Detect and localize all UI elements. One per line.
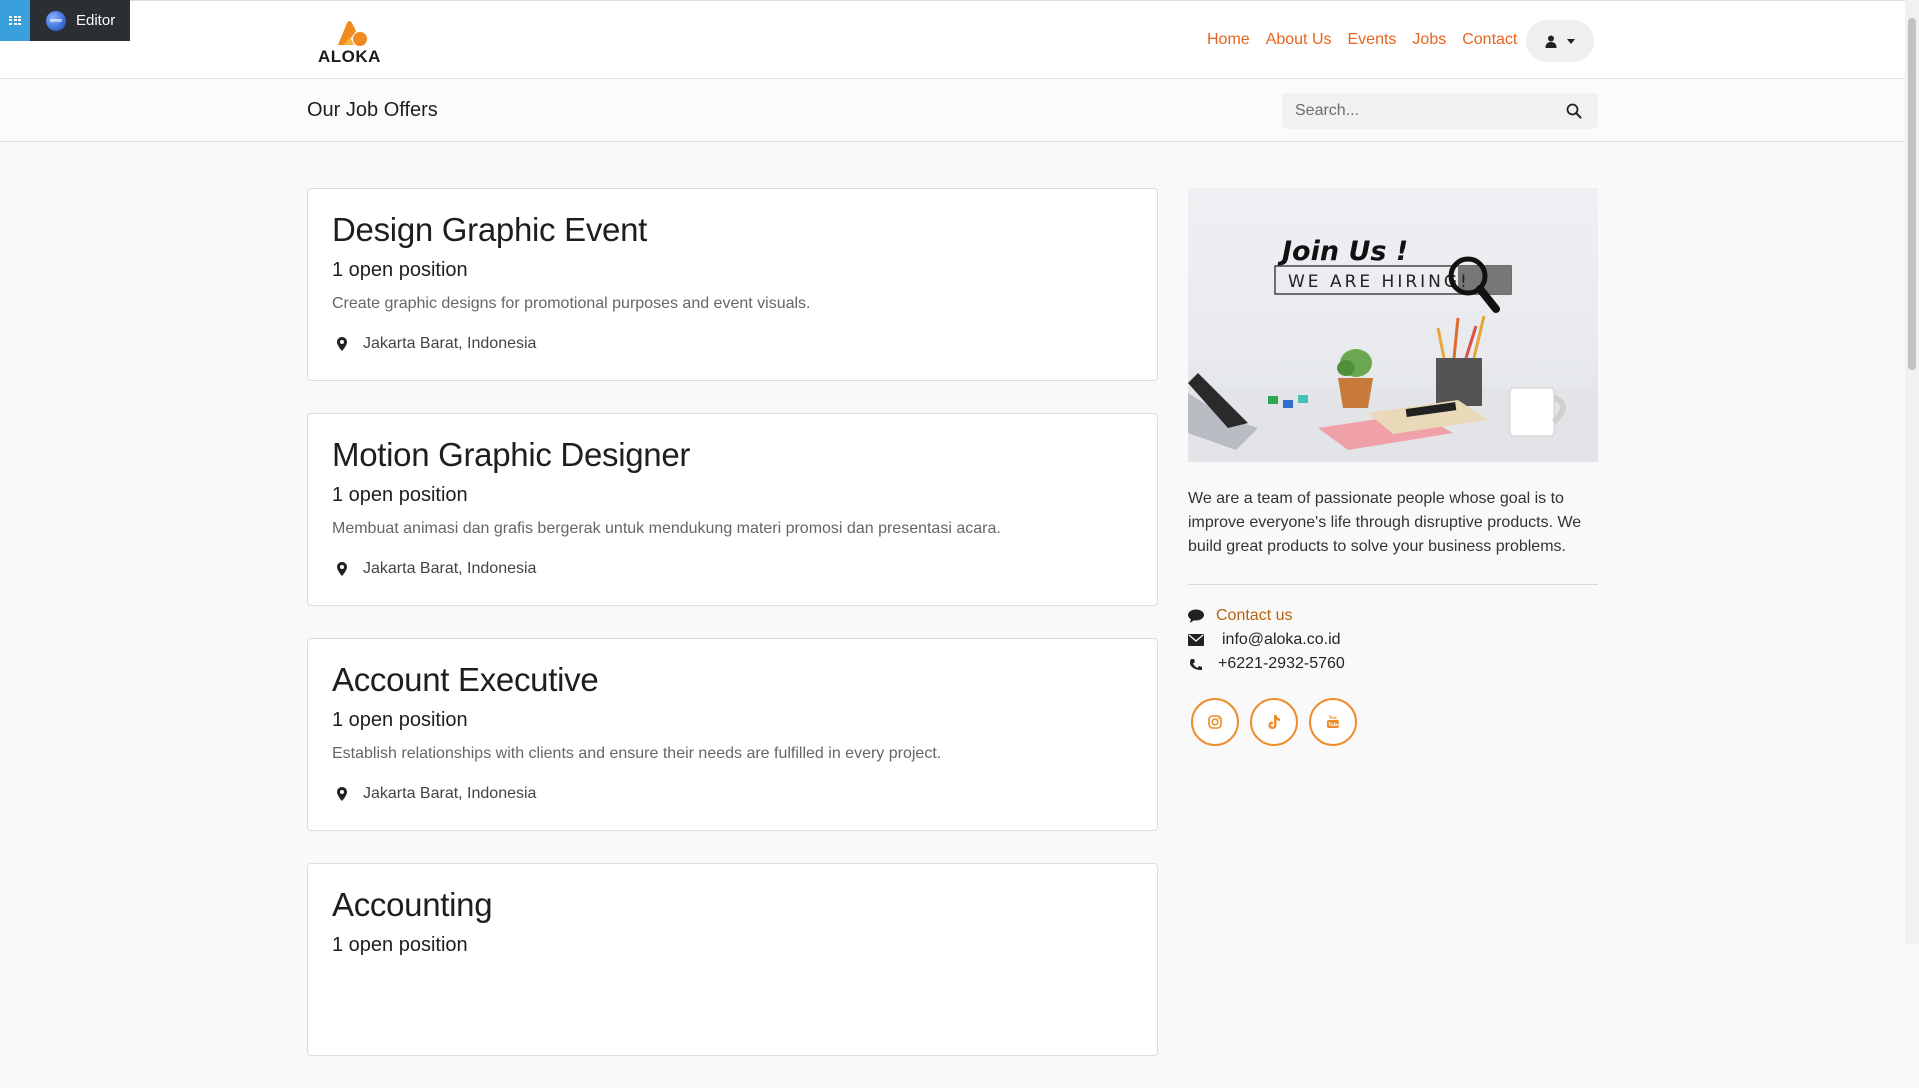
search-button[interactable] <box>1552 93 1596 129</box>
divider <box>1188 584 1598 585</box>
phone-icon <box>1190 658 1202 670</box>
contact-list: Contact us info@aloka.co.id +6221-2932-5… <box>1188 604 1598 676</box>
job-description: Create graphic designs for promotional p… <box>332 295 811 312</box>
job-location-text: Jakarta Barat, Indonesia <box>363 785 537 802</box>
scrollbar-thumb[interactable] <box>1908 18 1916 370</box>
comment-icon <box>1188 609 1204 623</box>
nav-contact[interactable]: Contact <box>1462 31 1517 49</box>
phone-number: +6221-2932-5760 <box>1218 655 1345 672</box>
job-location-text: Jakarta Barat, Indonesia <box>363 560 537 577</box>
social-links: Tube You <box>1188 698 1598 746</box>
editor-bar: www Editor <box>0 0 130 41</box>
nav-home[interactable]: Home <box>1207 31 1250 49</box>
map-marker-icon <box>337 787 347 801</box>
job-description: Establish relationships with clients and… <box>332 745 942 762</box>
job-location-text: Jakarta Barat, Indonesia <box>363 335 537 352</box>
map-marker-icon <box>337 562 347 576</box>
svg-text:Tube: Tube <box>1328 722 1340 728</box>
site-header: ALOKA Home About Us Events Jobs Contact <box>0 0 1905 79</box>
apps-menu-button[interactable] <box>0 0 30 41</box>
banner-headline: Join Us ! <box>1277 236 1408 267</box>
job-card[interactable]: Motion Graphic Designer 1 open position … <box>307 413 1158 606</box>
youtube-button[interactable]: Tube You <box>1309 698 1357 746</box>
contact-us-link[interactable]: Contact us <box>1216 607 1292 625</box>
job-location: Jakarta Barat, Indonesia <box>337 785 536 803</box>
editor-label: Editor <box>76 12 116 29</box>
search-input[interactable] <box>1282 101 1552 121</box>
job-title[interactable]: Design Graphic Event <box>332 211 647 249</box>
job-list: Design Graphic Event 1 open position Cre… <box>307 188 1158 1088</box>
tiktok-icon <box>1268 715 1280 729</box>
page-scrollbar[interactable] <box>1905 0 1919 944</box>
phone-row: +6221-2932-5760 <box>1188 652 1598 676</box>
job-card[interactable]: Design Graphic Event 1 open position Cre… <box>307 188 1158 381</box>
svg-text:You: You <box>1328 715 1337 720</box>
user-menu-button[interactable] <box>1526 20 1594 62</box>
tiktok-button[interactable] <box>1250 698 1298 746</box>
map-marker-icon <box>337 337 347 351</box>
chevron-down-icon <box>1567 38 1575 44</box>
hiring-illustration: Join Us ! WE ARE HIRING! <box>1188 236 1598 462</box>
envelope-icon <box>1188 634 1204 646</box>
email-link[interactable]: info@aloka.co.id <box>1216 631 1341 649</box>
job-positions: 1 open position <box>332 484 468 506</box>
job-location: Jakarta Barat, Indonesia <box>337 560 536 578</box>
about-text: We are a team of passionate people whose… <box>1188 490 1582 555</box>
instagram-icon <box>1208 715 1222 729</box>
youtube-icon: Tube You <box>1327 715 1340 728</box>
main-nav: Home About Us Events Jobs Contact <box>1207 31 1533 49</box>
job-location: Jakarta Barat, Indonesia <box>337 335 536 353</box>
job-description: Membuat animasi dan grafis bergerak untu… <box>332 520 1001 537</box>
editor-button[interactable]: www Editor <box>30 0 130 41</box>
job-positions: 1 open position <box>332 709 468 731</box>
sidebar: Join Us ! WE ARE HIRING! We are a team o… <box>1188 188 1598 746</box>
search-box <box>1282 93 1598 129</box>
instagram-button[interactable] <box>1191 698 1239 746</box>
logo-text: ALOKA <box>318 47 381 66</box>
job-positions: 1 open position <box>332 934 468 956</box>
page-title: Our Job Offers <box>307 99 438 121</box>
aloka-logo[interactable]: ALOKA <box>316 19 381 66</box>
globe-icon: www <box>46 10 66 31</box>
banner-subline: WE ARE HIRING! <box>1288 272 1470 292</box>
nav-about-us[interactable]: About Us <box>1266 31 1332 49</box>
email-row: info@aloka.co.id <box>1188 628 1598 652</box>
job-title[interactable]: Accounting <box>332 886 493 924</box>
user-icon <box>1545 35 1557 48</box>
page-subheader: Our Job Offers <box>0 79 1905 142</box>
job-title[interactable]: Motion Graphic Designer <box>332 436 690 474</box>
nav-jobs[interactable]: Jobs <box>1412 31 1446 49</box>
apps-grid-icon <box>9 15 21 26</box>
nav-events[interactable]: Events <box>1348 31 1397 49</box>
job-card[interactable]: Accounting 1 open position <box>307 863 1158 1056</box>
job-positions: 1 open position <box>332 259 468 281</box>
hiring-banner-image: Join Us ! WE ARE HIRING! <box>1188 188 1598 462</box>
job-card[interactable]: Account Executive 1 open position Establ… <box>307 638 1158 831</box>
search-icon <box>1566 103 1582 119</box>
job-title[interactable]: Account Executive <box>332 661 599 699</box>
contact-us-row: Contact us <box>1188 604 1598 628</box>
